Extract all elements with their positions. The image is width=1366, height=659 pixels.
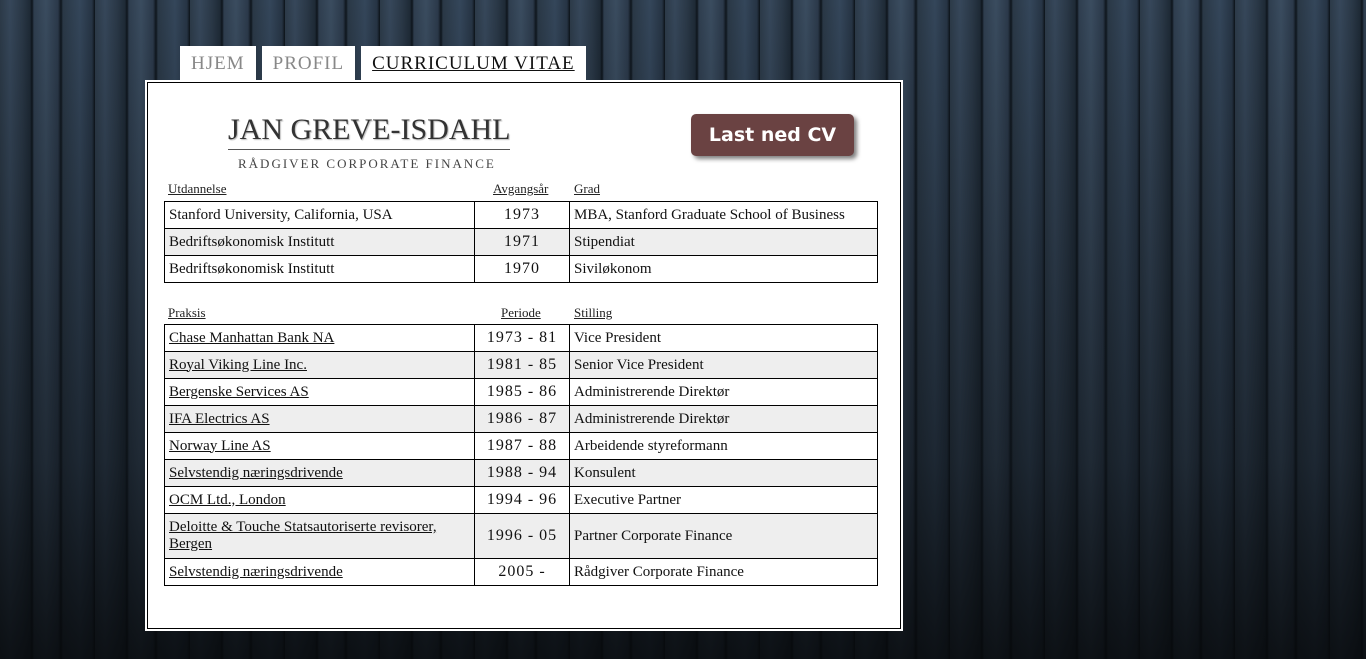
employer-link[interactable]: Bergenske Services AS: [169, 384, 309, 400]
employer-link[interactable]: Deloitte & Touche Statsautoriserte revis…: [169, 519, 437, 552]
page-subtitle: RÅDGIVER CORPORATE FINANCE: [238, 156, 496, 171]
year-cell: 1973: [474, 201, 570, 229]
table-row: Bedriftsøkonomisk Institutt 1971 Stipend…: [164, 228, 878, 256]
year-cell: 1970: [474, 255, 570, 283]
employer-link[interactable]: Norway Line AS: [169, 438, 271, 454]
period-cell: 1987 - 88: [474, 432, 570, 460]
education-table: Stanford University, California, USA 197…: [164, 201, 878, 283]
institution-cell: Bedriftsøkonomisk Institutt: [164, 228, 475, 256]
position-cell: Executive Partner: [569, 486, 878, 514]
period-cell: 1973 - 81: [474, 324, 570, 352]
page-title: JAN GREVE-ISDAHL: [228, 113, 511, 150]
table-row: Stanford University, California, USA 197…: [164, 201, 878, 229]
practice-table: Chase Manhattan Bank NA 1973 - 81 Vice P…: [164, 324, 878, 586]
degree-cell: Siviløkonom: [569, 255, 878, 283]
degree-cell: Stipendiat: [569, 228, 878, 256]
employer-link[interactable]: OCM Ltd., London: [169, 492, 286, 508]
year-cell: 1971: [474, 228, 570, 256]
position-cell: Partner Corporate Finance: [569, 513, 878, 559]
institution-cell: Bedriftsøkonomisk Institutt: [164, 255, 475, 283]
practice-header: Praksis: [168, 305, 206, 320]
period-cell: 1985 - 86: [474, 378, 570, 406]
position-header: Stilling: [574, 305, 613, 320]
education-header: Utdannelse: [168, 181, 227, 196]
position-cell: Konsulent: [569, 459, 878, 487]
position-cell: Rådgiver Corporate Finance: [569, 558, 878, 586]
tab-hjem[interactable]: HJEM: [180, 46, 256, 81]
period-cell: 1986 - 87: [474, 405, 570, 433]
table-row: Bergenske Services AS 1985 - 86 Administ…: [164, 378, 878, 406]
period-cell: 1981 - 85: [474, 351, 570, 379]
employer-link[interactable]: Royal Viking Line Inc.: [169, 357, 307, 373]
position-cell: Administrerende Direktør: [569, 378, 878, 406]
table-row: Norway Line AS 1987 - 88 Arbeidende styr…: [164, 432, 878, 460]
degree-header: Grad: [574, 181, 600, 196]
table-row: Selvstendig næringsdrivende 2005 - Rådgi…: [164, 558, 878, 586]
table-row: IFA Electrics AS 1986 - 87 Administreren…: [164, 405, 878, 433]
table-row: Bedriftsøkonomisk Institutt 1970 Siviløk…: [164, 255, 878, 283]
position-cell: Vice President: [569, 324, 878, 352]
employer-link[interactable]: Selvstendig næringsdrivende: [169, 465, 343, 481]
download-cv-button[interactable]: Last ned CV: [691, 114, 854, 156]
period-cell: 1994 - 96: [474, 486, 570, 514]
degree-cell: MBA, Stanford Graduate School of Busines…: [569, 201, 878, 229]
main-tabs: HJEM PROFIL CURRICULUM VITAE: [180, 46, 586, 81]
table-row: Royal Viking Line Inc. 1981 - 85 Senior …: [164, 351, 878, 379]
graduation-year-header: Avgangsår: [493, 181, 549, 196]
period-cell: 1996 - 05: [474, 513, 570, 559]
employer-link[interactable]: IFA Electrics AS: [169, 411, 270, 427]
period-cell: 1988 - 94: [474, 459, 570, 487]
table-row: Selvstendig næringsdrivende 1988 - 94 Ko…: [164, 459, 878, 487]
table-row: Chase Manhattan Bank NA 1973 - 81 Vice P…: [164, 324, 878, 352]
employer-link[interactable]: Chase Manhattan Bank NA: [169, 330, 334, 346]
position-cell: Senior Vice President: [569, 351, 878, 379]
tab-profil[interactable]: PROFIL: [261, 46, 356, 81]
period-cell: 2005 -: [474, 558, 570, 586]
table-row: OCM Ltd., London 1994 - 96 Executive Par…: [164, 486, 878, 514]
institution-cell: Stanford University, California, USA: [164, 201, 475, 229]
employer-link[interactable]: Selvstendig næringsdrivende: [169, 564, 343, 580]
cv-panel: JAN GREVE-ISDAHL RÅDGIVER CORPORATE FINA…: [145, 80, 903, 631]
position-cell: Arbeidende styreformann: [569, 432, 878, 460]
table-row: Deloitte & Touche Statsautoriserte revis…: [164, 513, 878, 559]
tab-curriculum-vitae[interactable]: CURRICULUM VITAE: [361, 46, 586, 81]
period-header: Periode: [501, 305, 541, 320]
position-cell: Administrerende Direktør: [569, 405, 878, 433]
